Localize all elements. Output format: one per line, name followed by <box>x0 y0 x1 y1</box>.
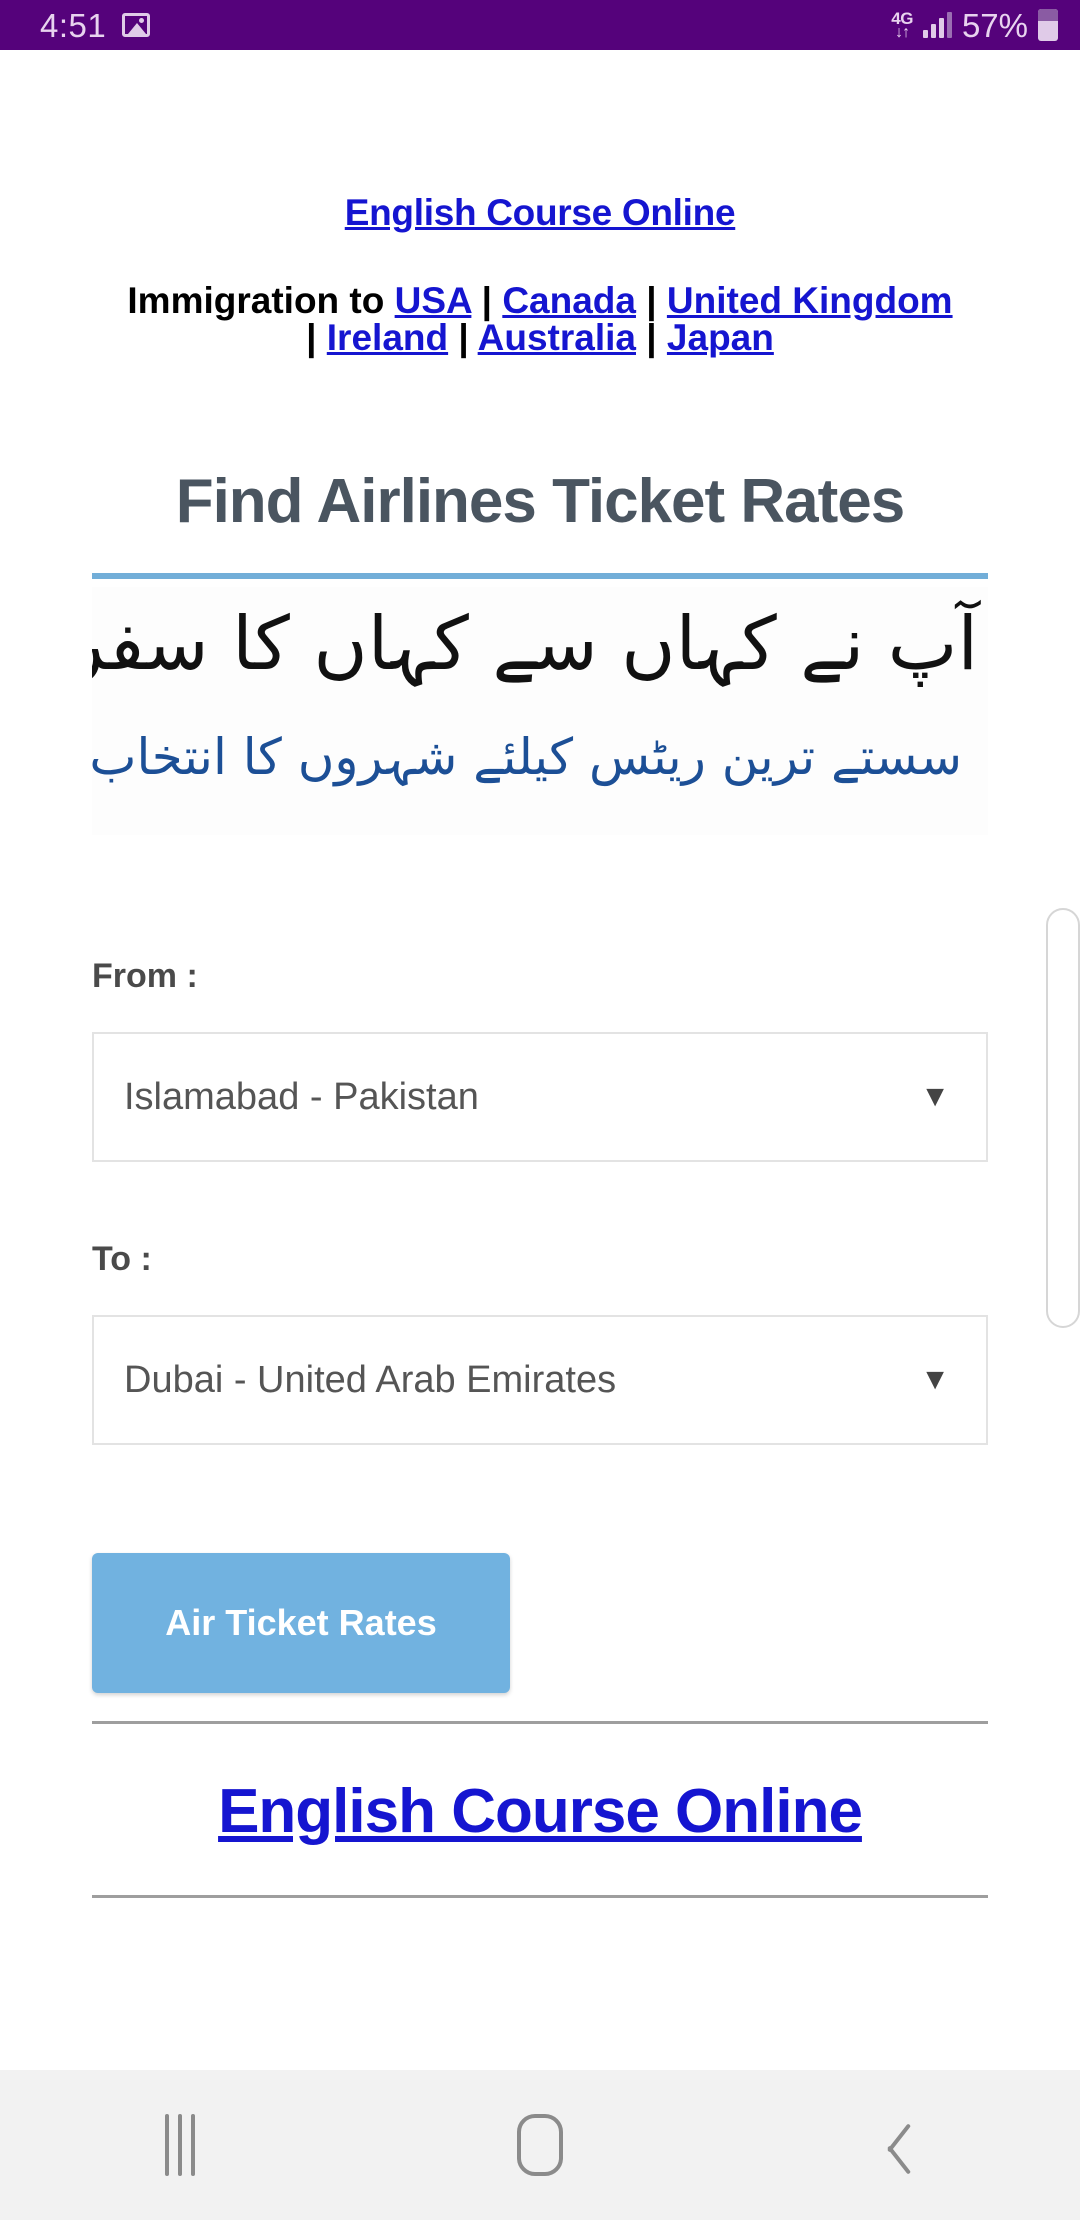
chevron-down-icon: ▼ <box>920 1363 950 1396</box>
immigration-separator-5: | <box>636 317 667 358</box>
recent-apps-button[interactable] <box>80 2070 280 2220</box>
title-underline-rule <box>92 573 988 579</box>
immigration-prefix: Immigration to <box>127 280 395 321</box>
status-bar-right: 4G ↓↑ 57% <box>891 9 1058 42</box>
immigration-link-usa[interactable]: USA <box>395 280 472 321</box>
immigration-link-japan[interactable]: Japan <box>667 317 774 358</box>
page-scrollbar[interactable] <box>1046 908 1080 1328</box>
from-field-group: From : Islamabad - Pakistan ▼ <box>92 957 988 1162</box>
immigration-link-ireland[interactable]: Ireland <box>327 317 448 358</box>
urdu-banner-image: آپ نے کہاں سے کہاں کا سفر کرنا ہے؟ سستے … <box>92 587 988 835</box>
recent-apps-icon <box>165 2114 195 2176</box>
from-label: From : <box>92 957 198 995</box>
top-link-row: English Course Online <box>0 192 1080 234</box>
immigration-link-united-kingdom[interactable]: United Kingdom <box>667 280 953 321</box>
status-bar: 4:51 4G ↓↑ 57% <box>0 0 1080 50</box>
signal-bars-icon <box>922 12 952 38</box>
to-label: To : <box>92 1240 152 1278</box>
immigration-separator-2: | <box>635 280 667 321</box>
to-select-value: Dubai - United Arab Emirates <box>124 1358 617 1401</box>
network-indicator: 4G ↓↑ <box>891 10 913 41</box>
immigration-separator-3: | <box>306 317 327 358</box>
status-time: 4:51 <box>40 6 107 44</box>
battery-icon <box>1038 9 1058 41</box>
immigration-link-australia[interactable]: Australia <box>478 317 636 358</box>
battery-percent-label: 57% <box>961 6 1028 44</box>
home-icon <box>517 2114 563 2176</box>
page-title: Find Airlines Ticket Rates <box>175 467 906 536</box>
web-page-content: English Course Online Immigration to USA… <box>0 50 1080 2070</box>
urdu-banner-line-1: آپ نے کہاں سے کہاں کا سفر کرنا ہے؟ <box>92 601 978 687</box>
urdu-banner-line-2: سستے ترین ریٹس کیلئے شہروں کا انتخاب کری… <box>92 728 962 786</box>
from-select-value: Islamabad - Pakistan <box>124 1075 479 1118</box>
home-button[interactable] <box>440 2070 640 2220</box>
picture-icon <box>122 13 151 37</box>
back-button[interactable] <box>800 2070 1000 2220</box>
immigration-separator-4: | <box>448 317 478 358</box>
divider-bottom <box>92 1895 988 1898</box>
immigration-links-line: Immigration to USA | Canada | United Kin… <box>0 282 1080 356</box>
data-arrows-icon: ↓↑ <box>895 23 910 41</box>
air-ticket-rates-button[interactable]: Air Ticket Rates <box>92 1553 510 1693</box>
immigration-separator-1: | <box>471 280 503 321</box>
divider-top <box>92 1721 988 1724</box>
immigration-link-canada[interactable]: Canada <box>502 280 636 321</box>
system-navigation-bar <box>0 2070 1080 2220</box>
english-course-online-bottom-link[interactable]: English Course Online <box>218 1777 863 1846</box>
bottom-link-row: English Course Online <box>0 1776 1080 1847</box>
status-bar-left: 4:51 <box>40 6 151 44</box>
to-select[interactable]: Dubai - United Arab Emirates ▼ <box>92 1315 988 1445</box>
chevron-down-icon: ▼ <box>920 1080 950 1113</box>
to-field-group: To : Dubai - United Arab Emirates ▼ <box>92 1240 988 1445</box>
back-icon <box>883 2117 917 2173</box>
from-select[interactable]: Islamabad - Pakistan ▼ <box>92 1032 988 1162</box>
english-course-online-top-link[interactable]: English Course Online <box>345 192 736 233</box>
